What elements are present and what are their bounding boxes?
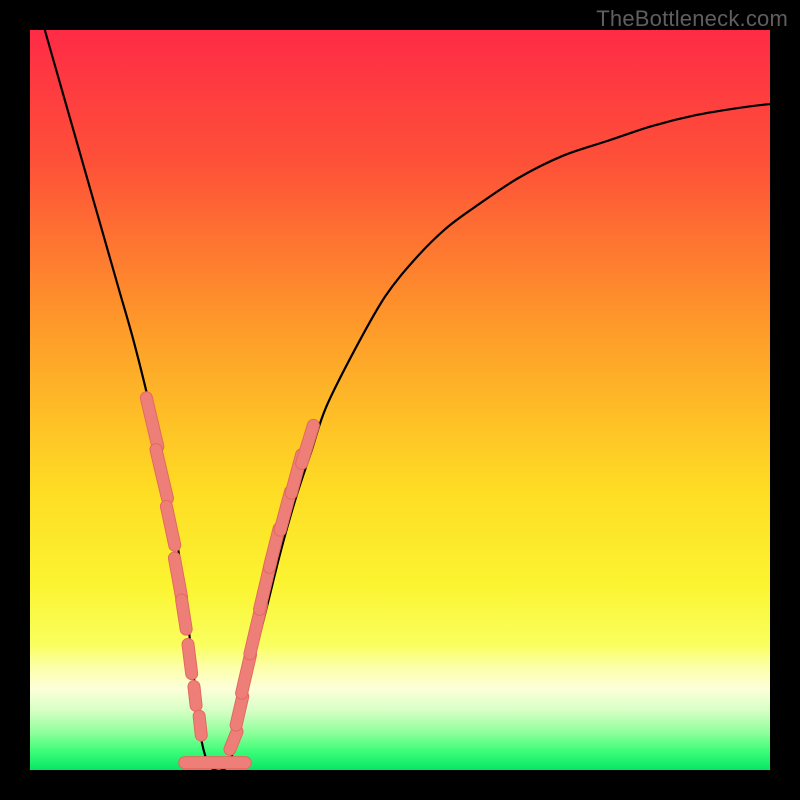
plot-area <box>30 30 770 770</box>
chart-frame: TheBottleneck.com <box>0 0 800 800</box>
curve-markers <box>30 30 770 770</box>
watermark-text: TheBottleneck.com <box>596 6 788 32</box>
